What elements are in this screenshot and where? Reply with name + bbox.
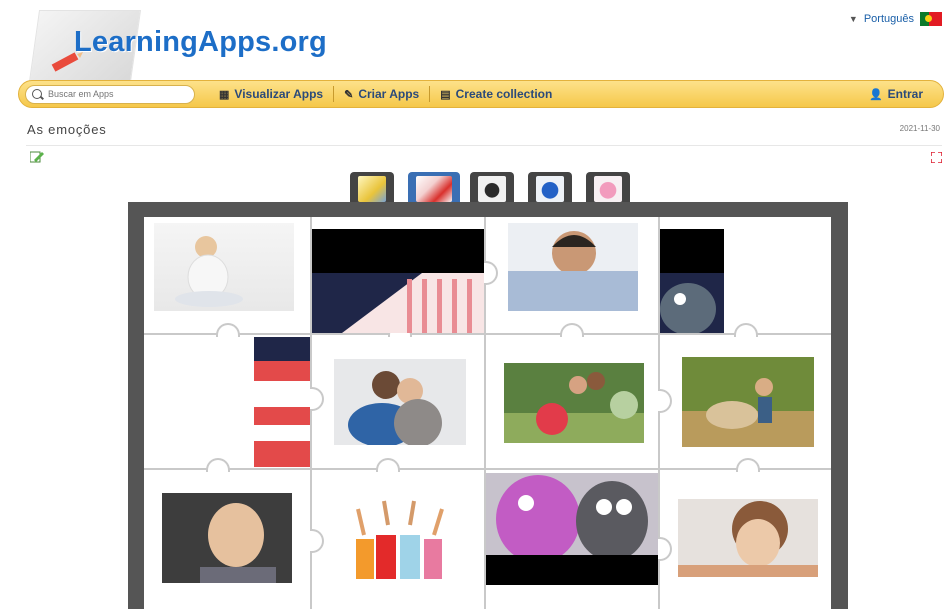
create-collection-label: Create collection — [455, 87, 553, 101]
cartoon-blue-thumb-icon — [536, 176, 564, 202]
search-box[interactable] — [25, 84, 195, 104]
puzzle-knob — [734, 323, 758, 337]
puzzle-knob — [216, 323, 240, 337]
red-striped-cartoon-image — [254, 337, 310, 467]
cartoon-pink-thumb-icon — [594, 176, 622, 202]
pencil-small-icon: ✎ — [344, 88, 354, 101]
tab-3[interactable] — [470, 172, 514, 204]
user-icon: 👤 — [868, 88, 883, 101]
puzzle-knob — [484, 261, 498, 285]
search-input[interactable] — [46, 88, 180, 100]
striped-cartoon-image — [312, 229, 484, 333]
photo-piece-child-covering-mouth[interactable] — [154, 223, 294, 311]
main-toolbar: ▦ Visualizar Apps ✎ Criar Apps ▤ Create … — [18, 80, 944, 108]
photo-piece-mother-hug[interactable] — [334, 359, 466, 447]
crying-baby-image — [162, 493, 292, 583]
grid-line — [144, 333, 831, 335]
logo[interactable]: LearningApps.org — [28, 8, 330, 82]
app-title: As emoções — [27, 122, 107, 137]
edit-app-icon[interactable] — [30, 151, 44, 163]
cartoon-yellow-thumb-icon — [358, 176, 386, 202]
cheering-children-image — [356, 500, 444, 579]
cartoon-piece-monster[interactable] — [660, 229, 724, 335]
photo-piece-boy-with-dog[interactable] — [682, 357, 814, 447]
kids-with-balloons-image — [504, 363, 644, 443]
create-apps-label: Criar Apps — [358, 87, 420, 101]
puzzle-knob — [560, 323, 584, 337]
photo-piece-crying-baby[interactable] — [162, 493, 292, 583]
caret-down-icon: ▼ — [848, 14, 858, 24]
pink-and-gray-monsters-image — [486, 473, 658, 585]
cartoon-piece-red-stripes[interactable] — [254, 337, 310, 467]
mother-hug-image — [334, 359, 466, 447]
puzzle-knob — [310, 387, 324, 411]
cartoon-dark-thumb-icon — [478, 176, 506, 202]
tab-5[interactable] — [586, 172, 630, 204]
grid-line — [144, 468, 831, 470]
view-apps-label: Visualizar Apps — [234, 87, 324, 101]
divider — [26, 145, 942, 146]
puzzle-knob — [658, 389, 672, 413]
boy-with-dog-image — [682, 357, 814, 447]
boy-peeking-blanket-image — [508, 223, 638, 311]
puzzle-knob — [736, 458, 760, 472]
cartoon-piece-stripes[interactable] — [312, 229, 484, 333]
language-label: Português — [863, 13, 914, 25]
photo-piece-cheering-children[interactable] — [344, 495, 454, 587]
collection-icon: ▤ — [440, 88, 451, 101]
cartoon-monster-image — [660, 229, 724, 335]
portugal-flag-icon — [920, 12, 942, 26]
create-collection-button[interactable]: ▤ Create collection — [430, 85, 562, 103]
pensive-girl-image — [678, 499, 818, 577]
language-selector[interactable]: ▼ Português — [849, 12, 942, 26]
puzzle-board — [128, 202, 848, 609]
app-date: 2021-11-30 — [899, 124, 940, 133]
logo-text: LearningApps.org — [74, 26, 327, 58]
grid-icon: ▦ — [219, 88, 230, 101]
child-covering-mouth-image — [175, 236, 243, 307]
photo-piece-boy-peeking-blanket[interactable] — [508, 223, 638, 311]
puzzle-knob — [310, 529, 324, 553]
fullscreen-icon[interactable] — [931, 152, 942, 163]
photo-piece-pink-and-gray-monsters[interactable] — [486, 473, 658, 585]
login-button[interactable]: 👤 Entrar — [859, 85, 933, 103]
search-icon — [32, 89, 42, 99]
photo-piece-kids-with-balloons[interactable] — [504, 363, 644, 443]
tab-1[interactable] — [350, 172, 394, 204]
tab-2[interactable] — [408, 172, 460, 204]
view-apps-button[interactable]: ▦ Visualizar Apps — [209, 85, 333, 103]
cartoon-red-thumb-icon — [416, 176, 452, 202]
puzzle-knob — [376, 458, 400, 472]
puzzle-knob — [206, 458, 230, 472]
create-apps-button[interactable]: ✎ Criar Apps — [334, 85, 429, 103]
photo-piece-pensive-girl[interactable] — [678, 499, 818, 577]
login-label: Entrar — [887, 87, 923, 101]
puzzle-area — [144, 217, 831, 609]
tab-4[interactable] — [528, 172, 572, 204]
puzzle-knob — [658, 537, 672, 561]
